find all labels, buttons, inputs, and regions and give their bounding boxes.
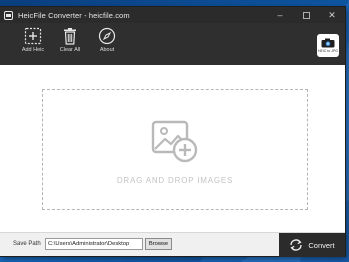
clear-all-button[interactable]: Clear All <box>53 27 87 63</box>
maximize-icon[interactable] <box>293 7 319 23</box>
about-label: About <box>99 47 115 53</box>
add-image-icon <box>151 120 198 163</box>
app-icon <box>4 10 13 20</box>
clear-all-label: Clear All <box>59 47 81 53</box>
drop-zone[interactable]: DRAG AND DROP IMAGES <box>42 89 308 210</box>
title-bar: HeicFile Converter - heicfile.com – ✕ <box>0 7 345 23</box>
app-window: HeicFile Converter - heicfile.com – ✕ Ad… <box>0 7 345 257</box>
convert-button[interactable]: Convert <box>279 233 345 257</box>
camera-badge-icon <box>321 38 335 48</box>
browse-button[interactable]: Browse <box>145 238 172 250</box>
about-button[interactable]: About <box>90 27 124 63</box>
save-path-label: Save Path <box>13 241 41 247</box>
compass-icon <box>98 27 116 45</box>
add-heic-button[interactable]: Add Heic <box>16 27 50 63</box>
minimize-icon[interactable]: – <box>267 7 293 23</box>
drop-zone-text: DRAG AND DROP IMAGES <box>116 176 234 185</box>
close-icon[interactable]: ✕ <box>319 7 345 23</box>
add-file-icon <box>24 27 42 45</box>
save-path-field[interactable]: C:\Users\Administrator\Desktop <box>45 238 143 250</box>
add-heic-label: Add Heic <box>21 47 45 53</box>
bottom-bar: Save Path C:\Users\Administrator\Desktop… <box>0 232 345 257</box>
convert-icon <box>290 239 303 251</box>
badge-label: HEIC to JPG <box>317 49 339 53</box>
heic-to-jpg-badge: HEIC to JPG <box>317 34 339 57</box>
convert-label: Convert <box>308 240 335 250</box>
toolbar: Add Heic Clear All About HEIC to JPG <box>0 23 345 65</box>
window-controls: – ✕ <box>267 7 345 23</box>
trash-icon <box>64 28 76 45</box>
main-content: DRAG AND DROP IMAGES <box>0 65 345 232</box>
window-title: HeicFile Converter - heicfile.com <box>18 10 130 20</box>
